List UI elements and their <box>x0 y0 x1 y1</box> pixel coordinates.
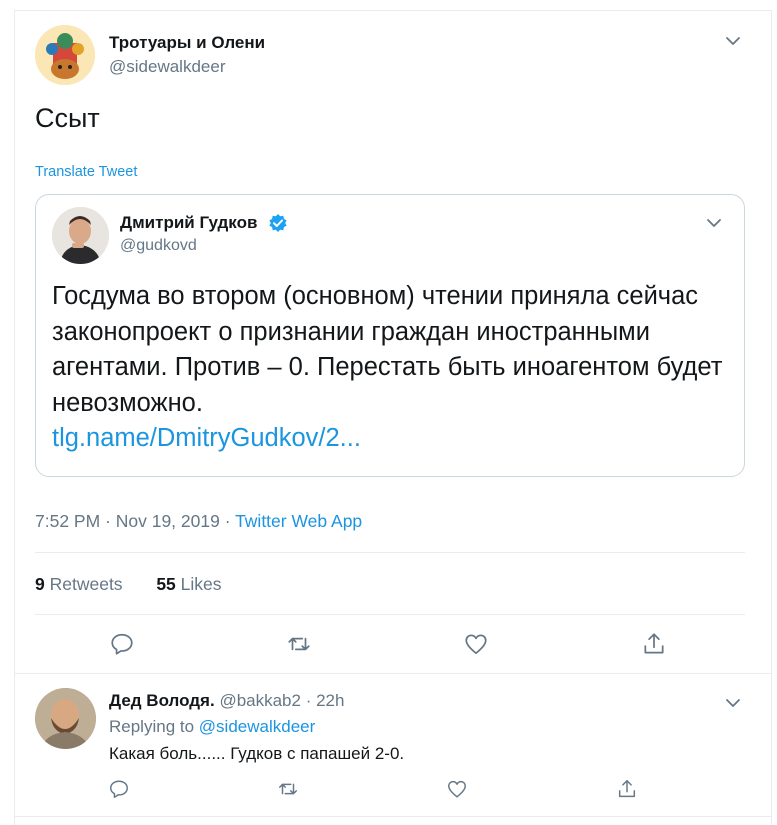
reply-icon[interactable] <box>108 778 130 800</box>
timestamp-text[interactable]: 7:52 PM · Nov 19, 2019 · <box>35 511 235 531</box>
quoted-author-handle[interactable]: @gudkovd <box>120 237 197 255</box>
retweets-label: Retweets <box>49 574 123 594</box>
thread-divider <box>15 816 771 817</box>
tweet-stats: 9 Retweets 55 Likes <box>35 574 222 595</box>
likes-label: Likes <box>180 574 222 594</box>
divider <box>35 552 745 553</box>
share-icon[interactable] <box>616 778 638 800</box>
quoted-tweet-body: Госдума во втором (основном) чтении прин… <box>52 282 723 417</box>
retweet-icon[interactable] <box>277 778 299 800</box>
reply-author-handle[interactable]: @bakkab2 · 22h <box>219 691 344 710</box>
quoted-tweet-card[interactable]: Дмитрий Гудков @gudkovd Госдума во второ… <box>35 194 745 477</box>
divider <box>35 614 745 615</box>
retweet-icon[interactable] <box>286 631 312 657</box>
quoted-author-avatar[interactable] <box>52 207 109 264</box>
quoted-tweet-text: Госдума во втором (основном) чтении прин… <box>52 279 742 457</box>
retweets-count: 9 <box>35 574 45 594</box>
tweet-thread: Тротуары и Олени @sidewalkdeer Ссыт Tran… <box>14 10 772 825</box>
likes-stat[interactable]: 55 Likes <box>156 574 221 594</box>
replying-to-handle[interactable]: @sidewalkdeer <box>199 717 315 736</box>
quoted-author-name[interactable]: Дмитрий Гудков <box>120 213 257 233</box>
chevron-down-icon[interactable] <box>725 33 741 49</box>
chevron-down-icon[interactable] <box>725 695 741 711</box>
reply-text: Какая боль...... Гудков с папашей 2-0. <box>109 744 405 763</box>
author-name[interactable]: Тротуары и Олени <box>109 33 265 53</box>
tweet-timestamp: 7:52 PM · Nov 19, 2019 · Twitter Web App <box>35 511 362 532</box>
likes-count: 55 <box>156 574 176 594</box>
quoted-tweet-link[interactable]: tlg.name/DmitryGudkov/2... <box>52 421 742 457</box>
reply-icon[interactable] <box>109 631 135 657</box>
thread-divider <box>15 673 771 674</box>
translate-tweet-link[interactable]: Translate Tweet <box>35 164 137 180</box>
heart-icon[interactable] <box>463 631 489 657</box>
reply-author-name[interactable]: Дед Володя. <box>109 691 215 710</box>
reply-header: Дед Володя. @bakkab2 · 22h <box>109 691 344 711</box>
replying-to-label: Replying to <box>109 717 199 736</box>
retweets-stat[interactable]: 9 Retweets <box>35 574 123 594</box>
source-app-link[interactable]: Twitter Web App <box>235 511 362 531</box>
share-icon[interactable] <box>641 631 667 657</box>
author-handle[interactable]: @sidewalkdeer <box>109 57 225 77</box>
verified-badge-icon <box>268 213 288 233</box>
reply-author-avatar[interactable] <box>35 688 96 749</box>
replying-to: Replying to @sidewalkdeer <box>109 717 315 737</box>
author-avatar[interactable] <box>35 25 95 85</box>
chevron-down-icon[interactable] <box>706 215 722 231</box>
heart-icon[interactable] <box>446 778 468 800</box>
tweet-text: Ссыт <box>35 103 100 133</box>
